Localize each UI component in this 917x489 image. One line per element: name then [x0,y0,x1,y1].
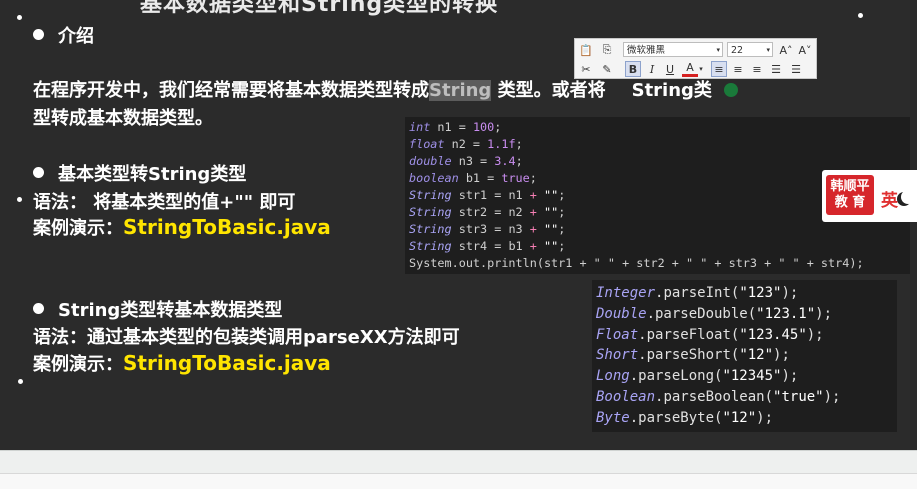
section2-syntax: 语法：通过基本类型的包装类调用parseXX方法即可 [33,327,460,348]
align-left-button[interactable]: ≡ [711,61,727,77]
code-line: Double.parseDouble("123.1"); [596,305,833,322]
font-family-select[interactable]: 微软雅黑 ▾ [623,42,723,57]
decor-dot [17,197,22,202]
code-line-println: System.out.println(str1 + " " + str2 + "… [409,256,864,270]
logo-line2: 教 育 [834,195,866,210]
intro-heading: 介绍 [58,26,94,47]
code-line: float n2 = 1.1f; [409,137,523,151]
intro-line1: 在程序开发中，我们经常需要将基本数据类型转成String 类型。或者将 Strin… [33,76,712,102]
italic-button[interactable]: I [644,61,660,77]
section2-heading: String类型转基本数据类型 [58,300,283,321]
numbered-list-button[interactable]: ☰ [768,61,784,77]
bottom-status-bar [0,450,917,489]
format-toolbar: 📋 ⎘ 微软雅黑 ▾ 22 ▾ A˄ A˅ ✂ ✎ B I U A ▾ ≡ ≡ … [574,38,817,79]
decor-dot [18,379,23,384]
align-center-button[interactable]: ≡ [730,61,746,77]
font-family-value: 微软雅黑 [627,45,666,56]
shrink-font-icon[interactable]: A˅ [797,42,813,58]
section1-syntax: 语法： 将基本类型的值+"" 即可 [33,192,296,213]
intro-text-c: String类 [631,80,712,101]
bold-button[interactable]: B [625,61,641,77]
font-size-select[interactable]: 22 ▾ [727,42,773,57]
code-line: String str3 = n3 + ""; [409,222,566,236]
grow-font-icon[interactable]: A˄ [778,42,794,58]
decor-dot [17,15,22,20]
section1-heading: 基本类型转String类型 [58,164,247,185]
chevron-down-icon: ▾ [766,46,770,54]
section2-demo-file: StringToBasic.java [123,351,331,375]
chevron-down-icon: ▾ [716,46,720,54]
font-size-value: 22 [731,45,744,56]
paste-icon[interactable]: 📋 [578,42,594,58]
logo-line1: 韩顺平 [830,179,870,194]
code-block-string-to-basic: Integer.parseInt("123"); Double.parseDou… [592,280,897,432]
intro-heading-row: 介绍 [33,22,94,48]
intro-line2: 型转成基本数据类型。 [33,108,213,129]
bullet-icon [33,167,44,178]
ime-language-toggle[interactable]: 英 [881,186,898,211]
chevron-down-icon[interactable]: ▾ [697,61,705,77]
slide-canvas: 基本数据类型和String类型的转换 介绍 在程序开发中，我们经常需要将基本数据… [0,0,917,450]
code-line: Short.parseShort("12"); [596,347,790,364]
code-line: Long.parseLong("12345"); [596,368,799,385]
section1-demo-file: StringToBasic.java [123,215,331,239]
copy-format-icon[interactable]: ⎘ [599,42,615,58]
bullet-icon [33,29,44,40]
section2-demo: 案例演示：StringToBasic.java [33,350,331,376]
code-line: Integer.parseInt("123"); [596,285,799,301]
intro-text-a: 在程序开发中，我们经常需要将基本数据类型转成 [33,80,429,101]
section1-demo-label: 案例演示： [33,218,123,239]
code-line: Byte.parseByte("12"); [596,409,774,426]
code-line: double n3 = 3.4; [409,154,523,168]
slide-title: 基本数据类型和String类型的转换 [140,0,499,17]
format-painter-icon[interactable]: ✎ [599,61,615,77]
section1-demo: 案例演示：StringToBasic.java [33,214,331,240]
cursor-icon [724,83,738,97]
intro-highlight: String [429,80,492,101]
code-line: Float.parseFloat("123.45"); [596,326,824,343]
align-right-button[interactable]: ≡ [749,61,765,77]
brand-logo: 韩顺平 教 育 [826,175,874,215]
intro-text-b: 类型。或者将 [491,80,606,101]
code-line: String str4 = b1 + ""; [409,239,566,253]
font-color-button[interactable]: A [682,61,698,77]
bullet-list-button[interactable]: ☰ [788,61,804,77]
section1-heading-row: 基本类型转String类型 [33,160,246,186]
section2-demo-label: 案例演示： [33,354,123,375]
bullet-icon [33,303,44,314]
decor-dot [858,13,863,18]
code-line: Boolean.parseBoolean("true"); [596,388,841,405]
section2-heading-row: String类型转基本数据类型 [33,296,282,322]
code-line: int n1 = 100; [409,120,502,134]
cut-icon[interactable]: ✂ [578,61,594,77]
moon-icon[interactable] [901,190,915,204]
underline-button[interactable]: U [662,61,678,77]
